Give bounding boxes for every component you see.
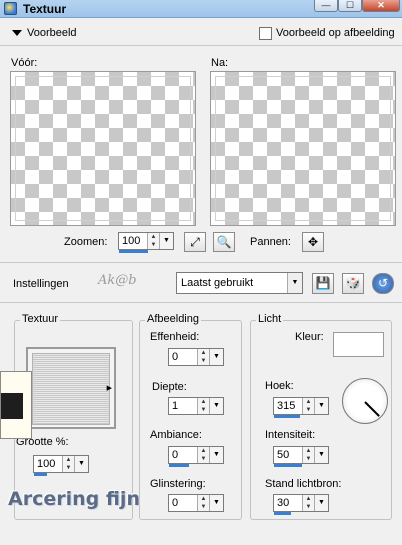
app-icon [4,2,17,15]
maximize-button[interactable]: ☐ [338,0,362,12]
size-dropdown-icon[interactable]: ▼ [74,456,88,472]
intensity-value[interactable]: 50 [277,449,289,461]
preset-dropdown-icon[interactable]: ▼ [287,273,302,293]
zoom-label: Zoomen: [64,236,108,248]
size-value[interactable]: 100 [37,458,55,470]
intensity-spinner[interactable]: 50 ▲ ▼ ▼ [273,446,329,467]
light-group-title: Licht [256,313,284,325]
preview-on-image-label[interactable]: Voorbeeld op afbeelding [276,27,395,39]
texture-group-title: Textuur [20,313,61,325]
elevation-label: Stand lichtbron: [265,478,342,490]
zoom-value[interactable]: 100 [122,235,140,247]
shine-spinner[interactable]: 0 ▲ ▼ ▼ [168,494,224,512]
minimize-button[interactable]: — [314,0,338,12]
preview-bar: Voorbeeld Voorbeeld op afbeelding [0,22,402,46]
before-preview-pane[interactable] [10,71,196,226]
image-group-title: Afbeelding [145,313,201,325]
size-slider-fill[interactable] [34,473,47,476]
before-label: Vóór: [11,57,38,69]
size-spinner[interactable]: 100 ▲ ▼ ▼ [33,455,89,476]
collapse-triangle-icon[interactable] [12,30,22,36]
zoom-dropdown-icon[interactable]: ▼ [159,233,173,249]
light-angle-dial[interactable] [342,378,388,424]
texture-swatch[interactable]: ▶ [26,347,116,429]
preset-value[interactable]: Laatst gebruikt [181,277,253,289]
zoom-spin-arrows[interactable]: ▲ ▼ [147,233,159,249]
after-label: Na: [211,57,229,69]
angle-spinner[interactable]: 315 ▲ ▼ ▼ [273,397,329,418]
intensity-label: Intensiteit: [265,429,316,441]
zoom-slider-fill[interactable] [119,250,148,253]
preview-toggle-label[interactable]: Voorbeeld [27,27,77,39]
divider [0,302,402,303]
shine-value[interactable]: 0 [172,497,178,509]
zoom-to-fit-button[interactable]: ⤢ [184,232,206,252]
preview-on-image-checkbox[interactable] [259,27,272,40]
color-label: Kleur: [295,331,324,343]
divider [0,262,402,263]
window-title: Textuur [23,2,67,16]
shine-label: Glinstering: [150,478,206,490]
ambiance-slider-fill[interactable] [169,464,189,467]
reset-button[interactable]: ↺ [372,273,394,294]
save-preset-button[interactable]: 💾 [312,273,334,294]
title-bar: Textuur — ☐ ✕ [0,0,402,18]
pan-button[interactable]: ✥ [302,232,324,252]
after-preview-pane[interactable] [210,71,396,226]
preset-select[interactable]: Laatst gebruikt ▼ [176,272,303,294]
ambiance-spinner[interactable]: 0 ▲ ▼ ▼ [168,446,224,467]
watermark-text: Arcering fijn [8,488,140,510]
texture-dropdown-icon[interactable]: ▶ [107,384,112,392]
logo: Ak@b [98,273,137,288]
angle-value[interactable]: 315 [277,400,295,412]
pan-label: Pannen: [250,236,291,248]
close-button[interactable]: ✕ [362,0,400,12]
intensity-slider-fill[interactable] [274,464,302,467]
depth-spinner[interactable]: 1 ▲ ▼ ▼ [168,397,224,415]
elevation-value[interactable]: 30 [277,497,289,509]
color-popup-widget[interactable] [0,371,32,439]
smoothness-spinner[interactable]: 0 ▲ ▼ ▼ [168,348,224,366]
zoom-actual-button[interactable]: 🔍 [213,232,235,252]
settings-label: Instellingen [13,278,69,290]
color-popup-swatch [1,393,23,419]
dial-needle [364,401,380,417]
zoom-spinner[interactable]: 100 ▲ ▼ ▼ [118,232,174,253]
elevation-slider-fill[interactable] [274,512,291,515]
smoothness-label: Effenheid: [150,331,200,343]
ambiance-label: Ambiance: [150,429,202,441]
randomize-button[interactable]: 🎲 [342,273,364,294]
angle-label: Hoek: [265,380,294,392]
angle-slider-fill[interactable] [274,415,300,418]
ambiance-value[interactable]: 0 [172,449,178,461]
texture-preview [32,353,110,425]
elevation-spinner[interactable]: 30 ▲ ▼ ▼ [273,494,329,515]
smoothness-value[interactable]: 0 [172,351,178,363]
light-color-swatch[interactable] [333,332,384,357]
depth-label: Diepte: [152,381,187,393]
depth-value[interactable]: 1 [172,400,178,412]
